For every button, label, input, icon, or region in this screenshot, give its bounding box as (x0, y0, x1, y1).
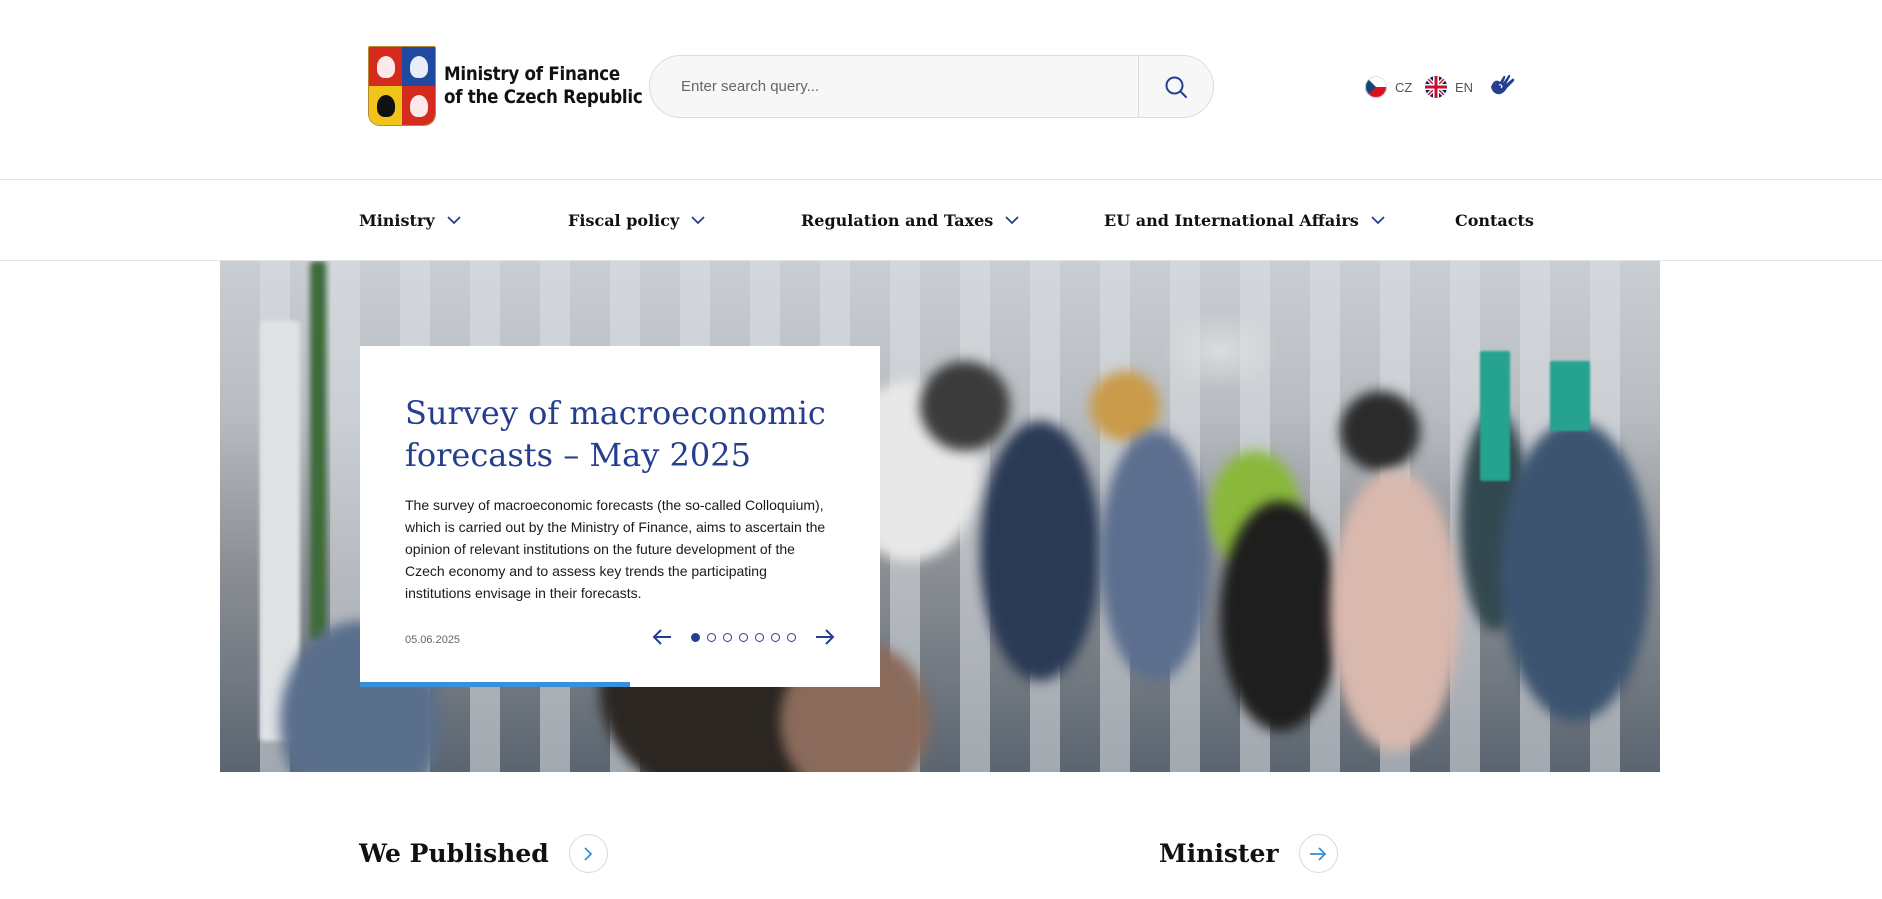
minister-title[interactable]: Minister (1159, 839, 1279, 868)
chevron-down-icon (446, 213, 461, 227)
nav-item-regulation-and-taxes[interactable]: Regulation and Taxes (801, 180, 1019, 260)
language-en[interactable]: EN (1425, 76, 1473, 98)
chevron-right-icon (584, 846, 593, 861)
carousel-dot[interactable] (707, 632, 716, 642)
nav-item-eu-and-international-affairs[interactable]: EU and International Affairs (1104, 180, 1385, 260)
carousel-dot[interactable] (755, 632, 764, 642)
minister-heading: Minister (1159, 834, 1338, 873)
minister-more-button[interactable] (1298, 834, 1338, 873)
nav-item-ministry[interactable]: Ministry (359, 180, 461, 260)
search-bar (649, 55, 1214, 118)
nav-item-label: Fiscal policy (568, 210, 680, 230)
nav-item-contacts[interactable]: Contacts (1455, 180, 1534, 260)
featured-news-card[interactable]: Survey of macroeconomic forecasts – May … (360, 346, 880, 687)
main-navigation: Ministry Fiscal policy Regulation and Ta… (0, 179, 1882, 261)
featured-news-title[interactable]: Survey of macroeconomic forecasts – May … (405, 392, 845, 476)
logo-line-1: Ministry of Finance (444, 63, 620, 85)
carousel-prev-button[interactable] (652, 627, 672, 647)
language-cz[interactable]: CZ (1365, 76, 1412, 98)
nav-item-label: Regulation and Taxes (801, 210, 994, 230)
hero-carousel: Survey of macroeconomic forecasts – May … (220, 261, 1660, 772)
we-published-title[interactable]: We Published (359, 839, 549, 868)
slide-progress-bar (360, 682, 880, 687)
arrow-right-icon (816, 629, 835, 645)
language-en-label: EN (1455, 79, 1474, 95)
carousel-dot[interactable] (787, 632, 796, 642)
chevron-down-icon (1371, 213, 1385, 227)
featured-news-date: 05.06.2025 (405, 634, 461, 646)
nav-item-label: Contacts (1455, 210, 1534, 230)
logo-text: Ministry of Finance of the Czech Republi… (444, 63, 643, 109)
carousel-dot[interactable] (691, 632, 700, 642)
carousel-dots (691, 632, 796, 642)
search-input[interactable] (650, 56, 1138, 117)
czech-flag-icon (1365, 76, 1387, 98)
arrow-right-icon (1310, 846, 1327, 861)
carousel-next-button[interactable] (815, 627, 835, 647)
chevron-down-icon (1005, 213, 1019, 227)
nav-item-fiscal-policy[interactable]: Fiscal policy (568, 180, 705, 260)
search-button[interactable] (1138, 56, 1213, 117)
arrow-left-icon (652, 629, 671, 645)
we-published-more-button[interactable] (568, 834, 608, 873)
coat-of-arms-icon (368, 46, 436, 126)
sign-language-icon[interactable] (1489, 73, 1517, 99)
logo-line-2: of the Czech Republic (444, 86, 643, 108)
uk-flag-icon (1425, 76, 1447, 98)
slide-progress-fill (360, 682, 631, 687)
carousel-controls (652, 627, 835, 647)
nav-item-label: Ministry (359, 210, 435, 230)
we-published-heading: We Published (359, 834, 608, 873)
nav-item-label: EU and International Affairs (1104, 210, 1359, 230)
site-header: Ministry of Finance of the Czech Republi… (0, 0, 1882, 180)
language-cz-label: CZ (1395, 79, 1413, 95)
carousel-dot[interactable] (739, 632, 748, 642)
site-logo[interactable]: Ministry of Finance of the Czech Republi… (368, 46, 670, 126)
featured-news-description: The survey of macroeconomic forecasts (t… (405, 497, 826, 601)
carousel-dot[interactable] (723, 632, 732, 642)
chevron-down-icon (691, 213, 705, 227)
carousel-dot[interactable] (771, 632, 780, 642)
search-icon (1165, 76, 1187, 98)
